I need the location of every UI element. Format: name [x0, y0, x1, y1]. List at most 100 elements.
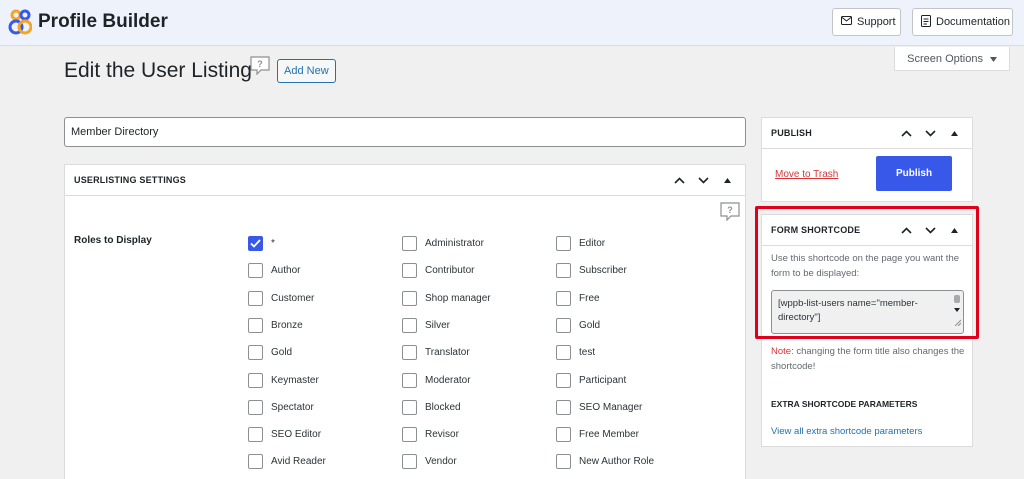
checkbox-box[interactable]	[556, 317, 571, 333]
checkbox-box[interactable]	[556, 290, 571, 306]
role-checkbox[interactable]: Contributor	[402, 263, 475, 279]
role-label: Author	[271, 265, 301, 277]
role-label: SEO Manager	[579, 401, 643, 413]
publish-button[interactable]: Publish	[876, 156, 952, 191]
role-checkbox[interactable]: Shop manager	[402, 290, 491, 306]
mail-icon	[841, 16, 857, 28]
checkbox-box[interactable]	[248, 290, 263, 306]
role-checkbox[interactable]: SEO Editor	[248, 427, 322, 443]
role-checkbox[interactable]: Revisor	[402, 427, 459, 443]
checkbox-box[interactable]	[556, 399, 571, 415]
role-checkbox[interactable]: Silver	[402, 317, 451, 333]
checkbox-box[interactable]	[402, 290, 417, 306]
role-label: Vendor	[425, 456, 457, 468]
checkbox-box[interactable]	[248, 454, 263, 470]
role-label: Customer	[271, 292, 315, 304]
checkbox-box[interactable]	[402, 454, 417, 470]
note-text: changing the form title also changes the…	[771, 346, 965, 372]
listing-title-input[interactable]: Member Directory	[64, 117, 746, 147]
add-new-button[interactable]: Add New	[277, 59, 336, 83]
role-checkbox[interactable]: Free	[556, 290, 600, 306]
checkbox-box[interactable]	[556, 454, 571, 470]
role-label: Spectator	[271, 401, 314, 413]
role-label: Free Member	[579, 429, 640, 441]
roles-to-display-label: Roles to Display	[74, 235, 152, 246]
role-label: Blocked	[425, 401, 461, 413]
checkbox-box[interactable]	[402, 345, 417, 361]
page-title: Edit the User Listing	[64, 59, 252, 82]
checkbox-box[interactable]	[556, 236, 571, 251]
role-checkbox[interactable]: Author	[248, 263, 301, 279]
checkbox-box[interactable]	[248, 399, 263, 415]
checkbox-box[interactable]	[556, 345, 571, 361]
support-button[interactable]: Support	[832, 8, 901, 36]
role-checkbox[interactable]: test	[556, 345, 596, 361]
move-to-trash-link[interactable]: Move to Trash	[775, 169, 838, 180]
role-checkbox[interactable]: Translator	[402, 345, 470, 361]
role-label: New Author Role	[579, 456, 655, 468]
role-checkbox[interactable]: New Author Role	[556, 454, 655, 470]
role-checkbox[interactable]: Bronze	[248, 317, 303, 333]
documentation-button[interactable]: Documentation	[912, 8, 1013, 36]
help-icon[interactable]: ?	[250, 56, 270, 76]
role-checkbox[interactable]: Avid Reader	[248, 454, 326, 470]
role-checkbox[interactable]: Customer	[248, 290, 315, 306]
checkbox-box[interactable]	[402, 399, 417, 415]
move-up-icon[interactable]	[894, 122, 918, 146]
panel-title: USERLISTING SETTINGS	[74, 175, 187, 185]
role-checkbox[interactable]: Subscriber	[556, 263, 627, 279]
checkbox-checked-icon[interactable]	[248, 236, 263, 251]
role-label: Moderator	[425, 374, 471, 386]
brand[interactable]: Profile Builder	[8, 9, 168, 35]
role-checkbox[interactable]: Participant	[556, 372, 626, 388]
checkbox-box[interactable]	[248, 427, 263, 443]
userlisting-settings-panel: USERLISTING SETTINGS ? Roles to Display …	[64, 164, 746, 479]
move-down-icon[interactable]	[691, 169, 715, 193]
checkbox-box[interactable]	[556, 427, 571, 443]
panel-title: PUBLISH	[771, 128, 812, 138]
checkbox-box[interactable]	[248, 317, 263, 333]
highlight-box	[755, 206, 979, 339]
note-prefix: Note:	[771, 346, 794, 357]
role-label: Silver	[425, 319, 451, 331]
extra-parameters-link[interactable]: View all extra shortcode parameters	[771, 426, 922, 437]
role-checkbox[interactable]: Spectator	[248, 399, 314, 415]
checkbox-box[interactable]	[248, 263, 263, 279]
screen-options-toggle[interactable]: Screen Options	[894, 47, 1010, 71]
role-label: Gold	[579, 319, 601, 331]
role-label: SEO Editor	[271, 429, 322, 441]
role-label: Contributor	[425, 265, 475, 277]
role-checkbox[interactable]: Blocked	[402, 399, 461, 415]
checkbox-box[interactable]	[402, 263, 417, 279]
role-checkbox[interactable]: Gold	[248, 345, 292, 361]
settings-help-icon[interactable]: ?	[720, 202, 740, 222]
checkbox-box[interactable]	[402, 427, 417, 443]
checkbox-box[interactable]	[248, 372, 263, 388]
role-checkbox[interactable]: Keymaster	[248, 372, 319, 388]
collapse-toggle-icon[interactable]	[715, 169, 739, 193]
role-label: test	[579, 347, 596, 359]
role-checkbox[interactable]: Gold	[556, 317, 601, 333]
role-label: *	[271, 238, 275, 249]
panel-header: USERLISTING SETTINGS	[65, 165, 745, 196]
collapse-toggle-icon[interactable]	[942, 122, 966, 146]
checkbox-box[interactable]	[402, 236, 417, 251]
role-checkbox[interactable]: Vendor	[402, 454, 457, 470]
shortcode-note: Note: changing the form title also chang…	[771, 344, 971, 374]
role-checkbox[interactable]: Editor	[556, 236, 605, 251]
checkbox-box[interactable]	[248, 345, 263, 361]
checkbox-box[interactable]	[402, 317, 417, 333]
role-checkbox[interactable]: Moderator	[402, 372, 471, 388]
role-checkbox[interactable]: Free Member	[556, 427, 640, 443]
move-down-icon[interactable]	[918, 122, 942, 146]
checkbox-box[interactable]	[556, 263, 571, 279]
role-label: Shop manager	[425, 292, 491, 304]
checkbox-box[interactable]	[402, 372, 417, 388]
move-up-icon[interactable]	[667, 169, 691, 193]
support-label: Support	[857, 16, 896, 28]
role-checkbox[interactable]: SEO Manager	[556, 399, 643, 415]
checkbox-box[interactable]	[556, 372, 571, 388]
role-checkbox[interactable]: Administrator	[402, 236, 484, 251]
extra-parameters-heading: EXTRA SHORTCODE PARAMETERS	[771, 399, 918, 409]
role-checkbox[interactable]: *	[248, 236, 275, 251]
